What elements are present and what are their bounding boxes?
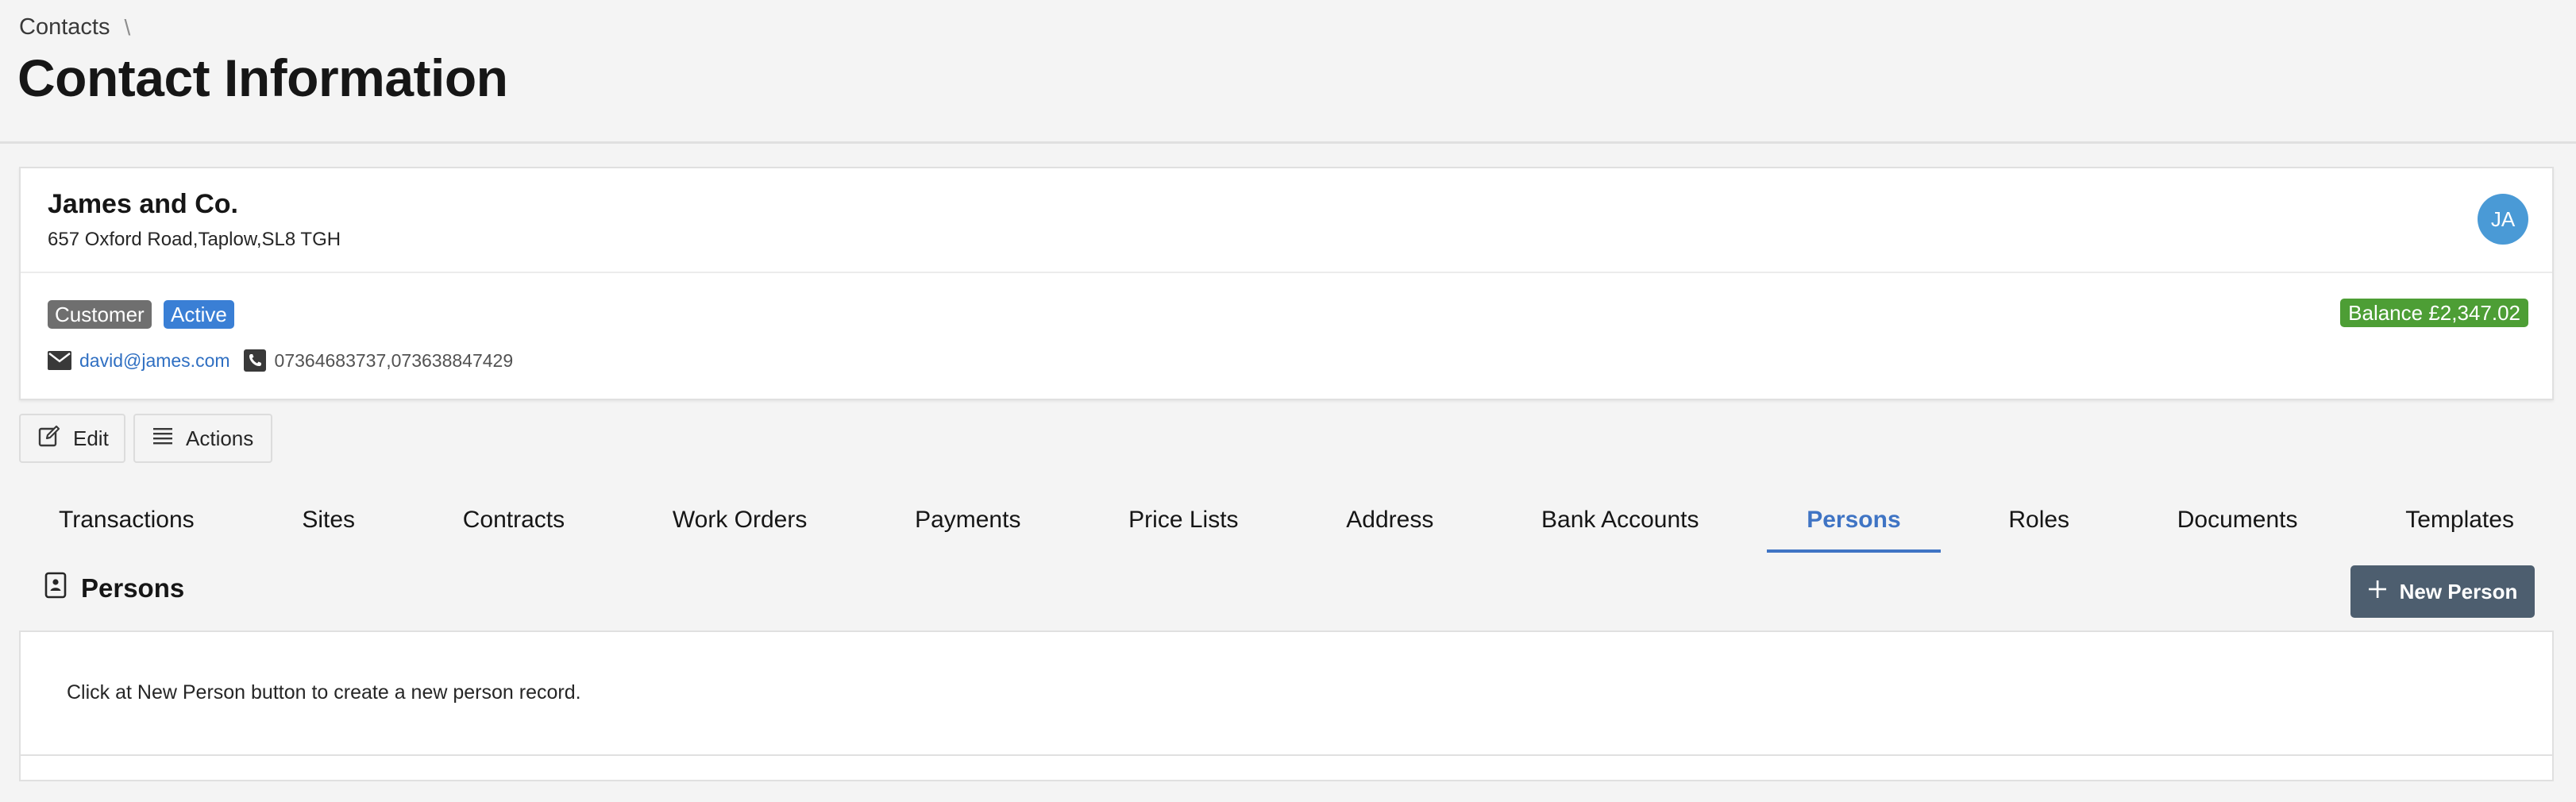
email-link[interactable]: david@james.com <box>79 350 230 372</box>
contact-name: James and Co. <box>48 189 238 219</box>
tab-roles[interactable]: Roles <box>1969 486 2109 553</box>
status-badge: Active <box>164 300 234 329</box>
edit-button-label: Edit <box>73 426 109 450</box>
tab-transactions[interactable]: Transactions <box>19 486 234 553</box>
contact-card-icon <box>44 572 67 605</box>
actions-button[interactable]: Actions <box>133 414 272 463</box>
breadcrumb: Contacts \ <box>19 14 130 40</box>
tab-sites[interactable]: Sites <box>262 486 395 553</box>
empty-state-message: Click at New Person button to create a n… <box>67 681 581 704</box>
edit-button[interactable]: Edit <box>19 414 125 463</box>
tab-address[interactable]: Address <box>1306 486 1473 553</box>
tab-bank-accounts[interactable]: Bank Accounts <box>1502 486 1738 553</box>
tab-persons[interactable]: Persons <box>1767 486 1942 553</box>
persons-panel-title: Persons <box>81 573 185 603</box>
phone-numbers: 07364683737,073638847429 <box>274 349 514 371</box>
actions-button-label: Actions <box>186 426 254 450</box>
persons-panel-footer <box>19 756 2554 781</box>
tab-payments[interactable]: Payments <box>875 486 1060 553</box>
tab-contracts[interactable]: Contracts <box>423 486 604 553</box>
new-person-button[interactable]: New Person <box>2350 565 2535 618</box>
tab-bar: Transactions Sites Contracts Work Orders… <box>19 486 2554 553</box>
list-icon <box>152 426 173 451</box>
balance-badge: Balance £2,347.02 <box>2340 299 2528 327</box>
new-person-button-label: New Person <box>2399 579 2518 603</box>
contact-address: 657 Oxford Road,Taplow,SL8 TGH <box>48 229 341 250</box>
card-divider <box>21 272 2552 273</box>
breadcrumb-contacts-link[interactable]: Contacts <box>19 14 110 40</box>
customer-tag: Customer <box>48 300 152 329</box>
contact-details: david@james.com 07364683737,073638847429 <box>48 349 513 372</box>
phone-icon <box>243 349 267 372</box>
persons-panel-header: Persons <box>44 572 184 605</box>
tab-price-lists[interactable]: Price Lists <box>1089 486 1278 553</box>
breadcrumb-separator: \ <box>124 14 131 40</box>
avatar[interactable]: JA <box>2478 194 2528 245</box>
envelope-icon <box>48 349 71 372</box>
plus-icon <box>2368 580 2387 604</box>
tab-documents[interactable]: Documents <box>2138 486 2338 553</box>
tab-work-orders[interactable]: Work Orders <box>633 486 846 553</box>
persons-list: Click at New Person button to create a n… <box>19 630 2554 756</box>
header-divider <box>0 141 2576 144</box>
contact-card: James and Co. 657 Oxford Road,Taplow,SL8… <box>19 167 2554 400</box>
page-title: Contact Information <box>17 48 508 107</box>
edit-icon <box>38 425 60 453</box>
tab-templates[interactable]: Templates <box>2366 486 2554 553</box>
